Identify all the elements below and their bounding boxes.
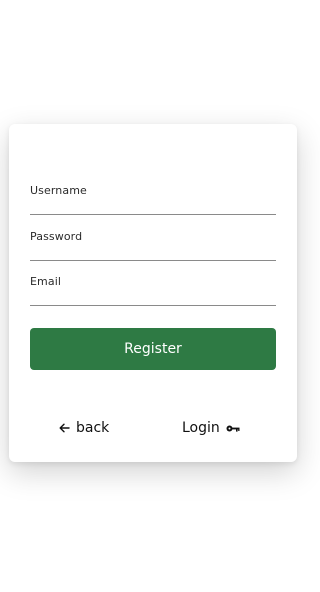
back-link[interactable]: back: [59, 418, 109, 438]
register-button[interactable]: Register: [30, 328, 276, 370]
username-label: Username: [30, 184, 87, 197]
register-card: Username Password Email Register back Lo…: [9, 124, 297, 462]
email-label: Email: [30, 275, 62, 288]
register-button-label: Register: [124, 341, 182, 357]
login-link[interactable]: Login: [182, 418, 240, 438]
arrow-left-icon: [59, 423, 70, 433]
password-field[interactable]: Password: [30, 230, 276, 261]
password-label: Password: [30, 230, 83, 243]
key-icon: [226, 424, 240, 433]
back-link-label: back: [76, 420, 110, 436]
email-field[interactable]: Email: [30, 275, 276, 306]
login-link-label: Login: [182, 420, 220, 436]
username-field[interactable]: Username: [30, 184, 276, 215]
